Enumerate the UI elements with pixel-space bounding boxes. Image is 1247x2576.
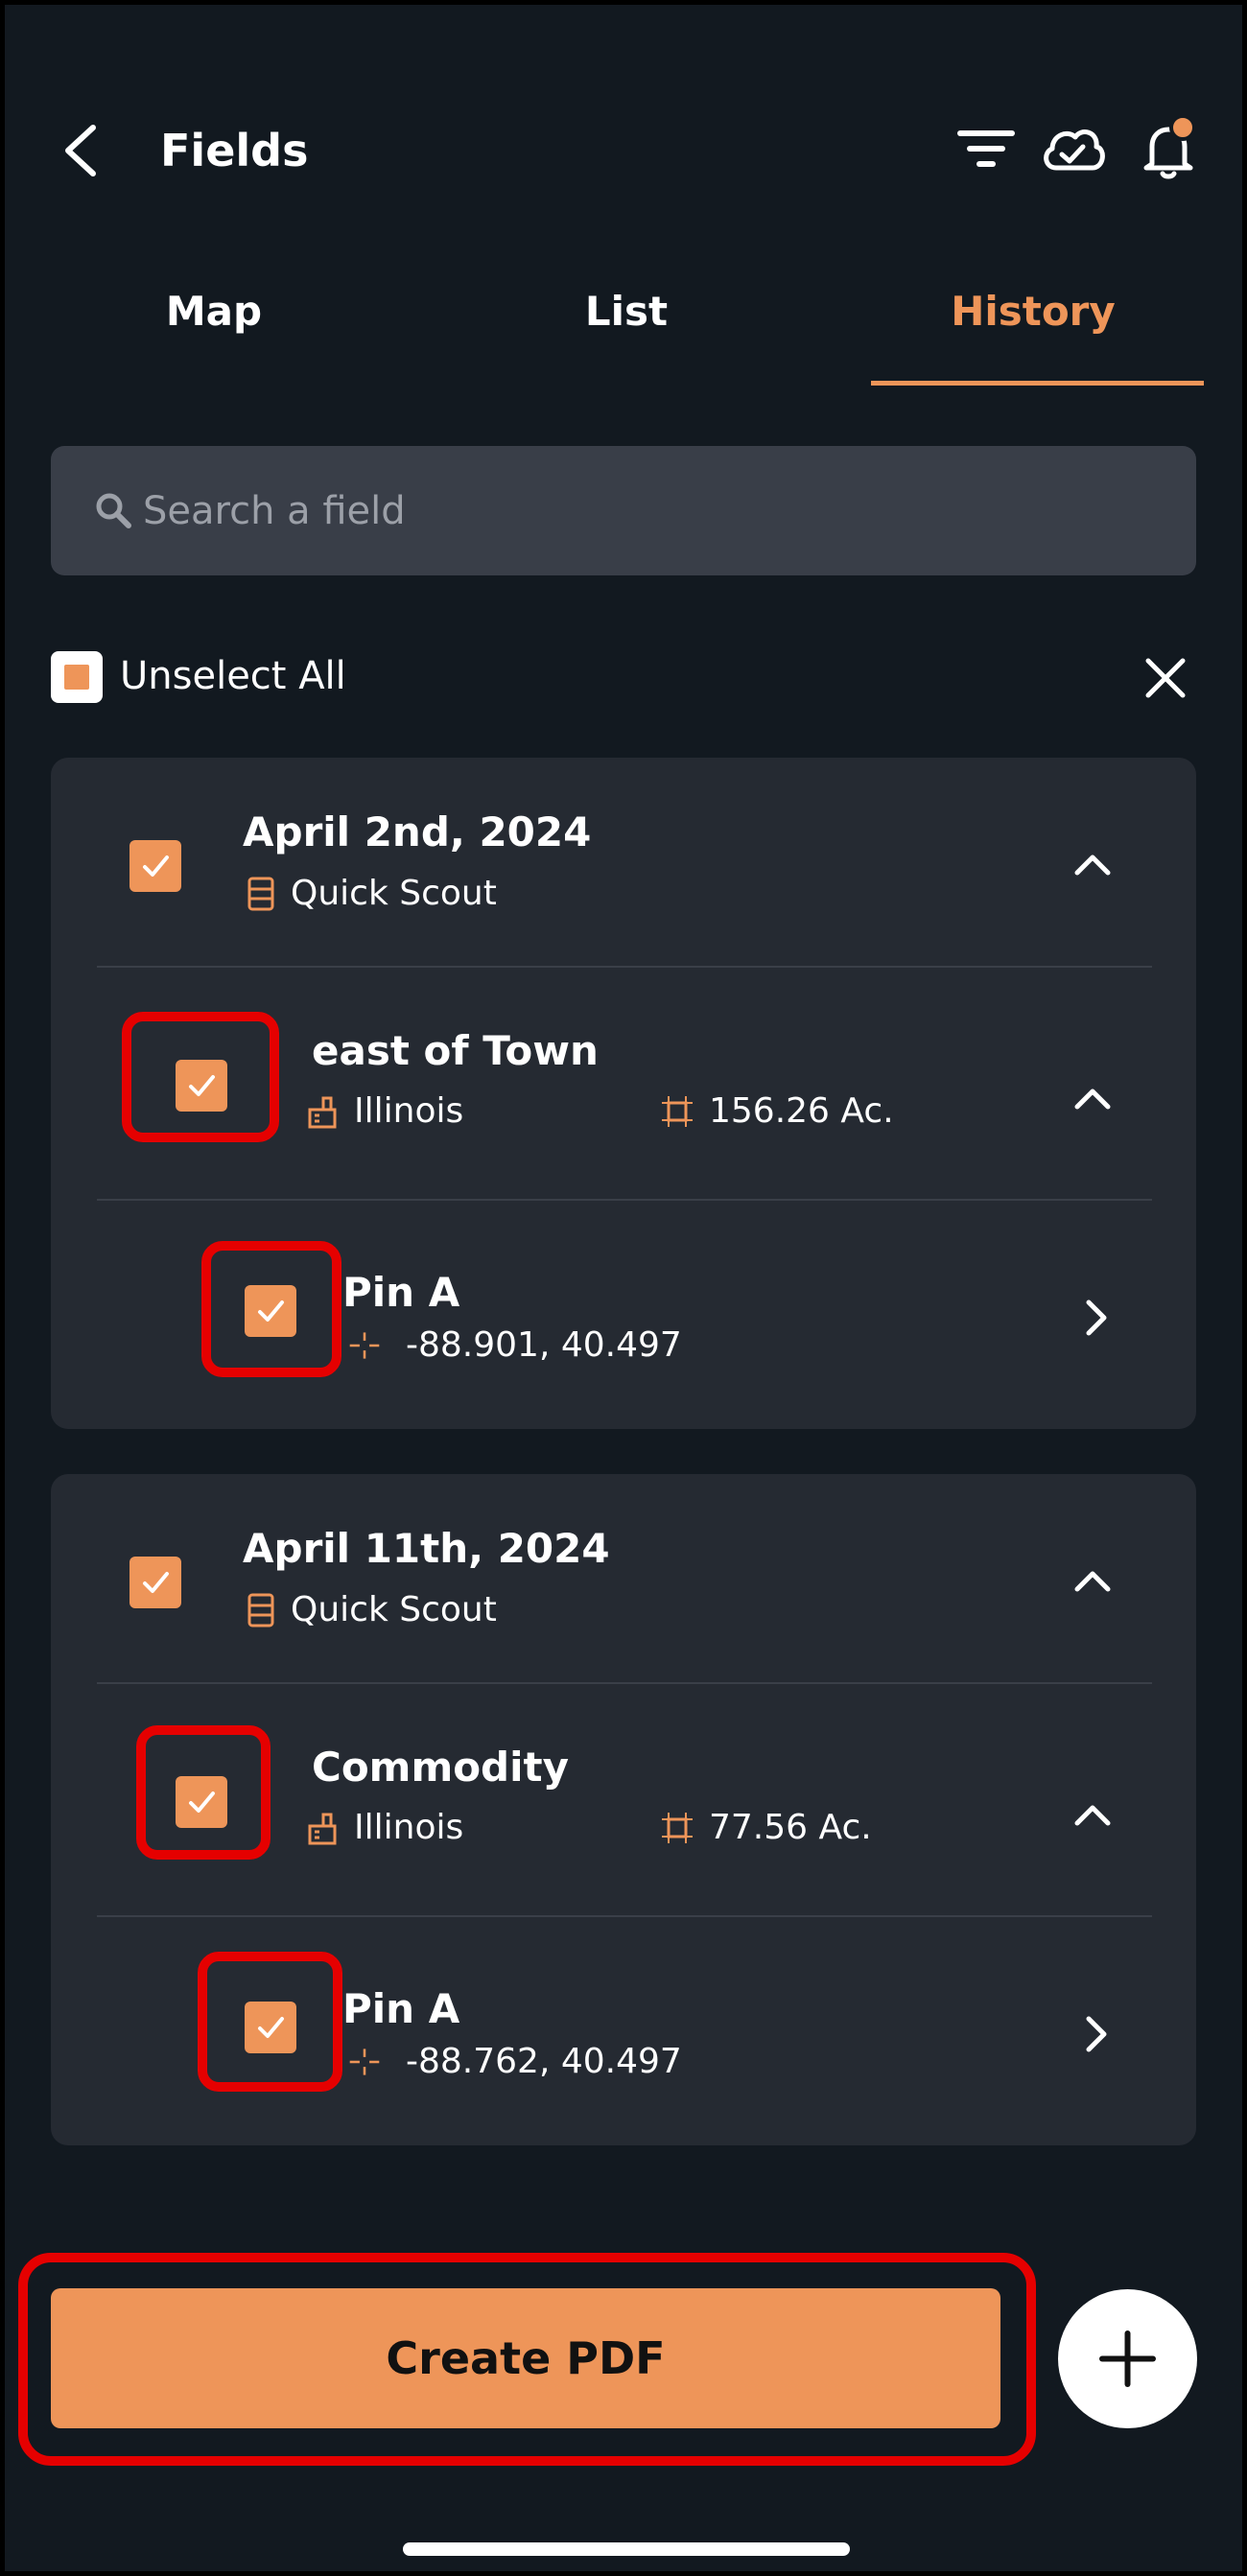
close-icon[interactable]	[1139, 651, 1192, 705]
highlight-box	[201, 1241, 341, 1377]
tab-history[interactable]: History	[832, 283, 1235, 340]
pin-name: Pin A	[342, 1269, 460, 1316]
field-state: Illinois	[354, 1808, 464, 1847]
divider	[97, 966, 1152, 968]
highlight-box	[198, 1952, 342, 2092]
highlight-box	[18, 2253, 1036, 2466]
area-icon	[662, 1096, 693, 1127]
crosshair-icon	[349, 2049, 380, 2075]
active-tab-indicator	[871, 381, 1204, 386]
chevron-up-icon[interactable]	[1068, 1074, 1118, 1124]
chevron-up-icon[interactable]	[1068, 1791, 1118, 1840]
field-state: Illinois	[354, 1091, 464, 1131]
highlight-box	[122, 1012, 279, 1142]
filter-icon[interactable]	[953, 116, 1020, 183]
group-type: Quick Scout	[291, 874, 497, 913]
chevron-up-icon[interactable]	[1068, 840, 1118, 890]
check-icon	[143, 1572, 169, 1593]
cloud-sync-icon[interactable]	[1039, 116, 1106, 183]
unselect-all-checkbox[interactable]	[51, 651, 103, 703]
unselect-all-label[interactable]: Unselect All	[120, 647, 346, 705]
fields-history-screen: Fields Map List History Unselect All A	[5, 5, 1242, 2571]
highlight-box	[136, 1725, 271, 1860]
tab-map[interactable]: Map	[12, 283, 415, 340]
field-area: 156.26 Ac.	[709, 1091, 894, 1131]
back-icon[interactable]	[59, 122, 103, 179]
field-name: Commodity	[312, 1744, 569, 1791]
crosshair-icon	[349, 1332, 380, 1359]
field-area: 77.56 Ac.	[709, 1808, 872, 1847]
chevron-up-icon[interactable]	[1068, 1557, 1118, 1606]
chevron-right-icon[interactable]	[1071, 1293, 1121, 1343]
group-checkbox[interactable]	[129, 840, 181, 892]
field-name: east of Town	[312, 1027, 599, 1074]
divider	[97, 1915, 1152, 1917]
farm-icon	[308, 1096, 337, 1129]
pin-coordinates: -88.762, 40.497	[406, 2042, 682, 2081]
plus-icon	[1099, 2330, 1156, 2387]
scout-form-icon	[247, 1593, 274, 1628]
divider	[97, 1682, 1152, 1684]
pin-coordinates: -88.901, 40.497	[406, 1325, 682, 1365]
search-icon	[96, 493, 131, 528]
group-type: Quick Scout	[291, 1590, 497, 1629]
search-input[interactable]	[143, 475, 1160, 548]
tab-list[interactable]: List	[425, 283, 828, 340]
area-icon	[662, 1813, 693, 1843]
divider	[97, 1199, 1152, 1201]
group-date: April 11th, 2024	[243, 1525, 610, 1572]
check-icon	[143, 855, 169, 877]
pin-name: Pin A	[342, 1985, 460, 2032]
chevron-right-icon[interactable]	[1071, 2009, 1121, 2059]
scout-form-icon	[247, 877, 274, 911]
notification-dot	[1169, 114, 1196, 141]
page-title: Fields	[160, 125, 309, 176]
farm-icon	[308, 1813, 337, 1845]
add-button[interactable]	[1058, 2289, 1197, 2428]
group-checkbox[interactable]	[129, 1557, 181, 1608]
group-date: April 2nd, 2024	[243, 808, 592, 855]
search-bar[interactable]	[51, 446, 1196, 575]
home-indicator	[403, 2542, 850, 2556]
